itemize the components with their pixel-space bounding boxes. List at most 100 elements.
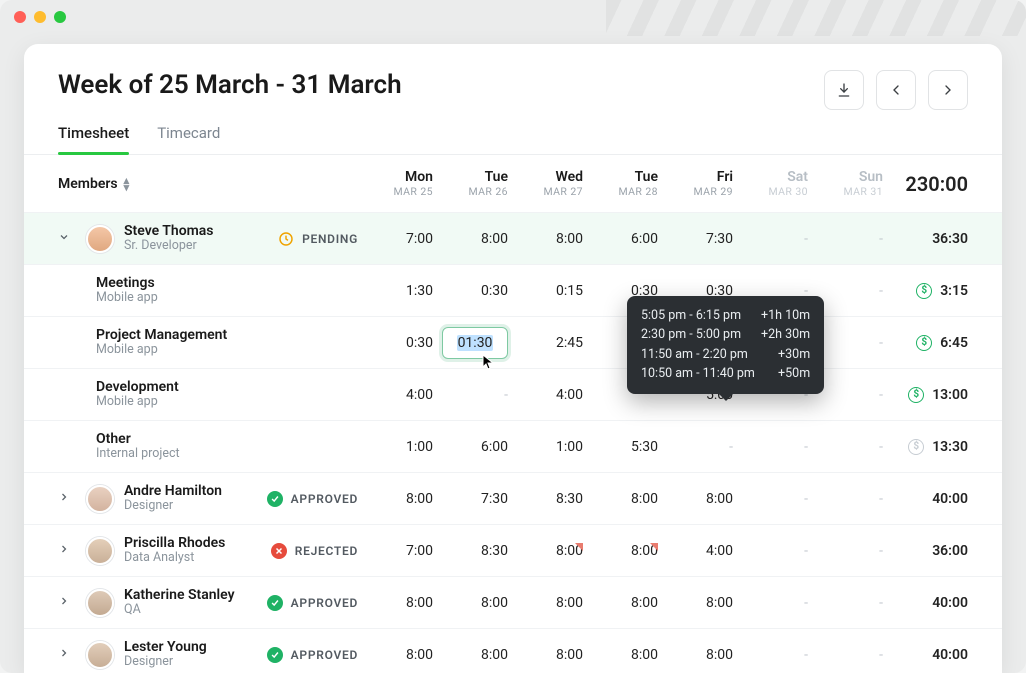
task-name: Project Management — [96, 327, 227, 343]
decorative-stripes — [606, 0, 1026, 36]
time-cell[interactable]: 8:00 — [406, 595, 433, 611]
time-cell[interactable]: 8:00 — [631, 543, 658, 559]
clock-icon — [278, 231, 294, 247]
tab-timesheet[interactable]: Timesheet — [58, 124, 129, 154]
window-close-icon[interactable] — [14, 11, 26, 23]
window-zoom-icon[interactable] — [54, 11, 66, 23]
chevron-right-icon[interactable] — [58, 491, 76, 507]
window-minimize-icon[interactable] — [34, 11, 46, 23]
status-label: APPROVED — [291, 648, 358, 662]
member-role: QA — [124, 603, 235, 617]
prev-week-button[interactable] — [876, 70, 916, 110]
member-name: Lester Young — [124, 639, 207, 655]
time-cell-empty: - — [879, 491, 883, 507]
time-cell[interactable]: 8:00 — [631, 491, 658, 507]
time-cell[interactable]: 8:00 — [406, 647, 433, 663]
time-cell[interactable]: 6:00 — [481, 439, 508, 455]
time-cell-empty: - — [879, 543, 883, 559]
chevron-right-icon[interactable] — [58, 543, 76, 559]
tooltip-range: 11:50 am - 2:20 pm — [641, 345, 748, 364]
time-cell[interactable]: 8:00 — [556, 595, 583, 611]
download-button[interactable] — [824, 70, 864, 110]
day-header: SunMAR 31 — [808, 169, 883, 198]
check-circle-icon — [267, 595, 283, 611]
time-cell[interactable]: 0:30 — [481, 283, 508, 299]
time-cell[interactable]: 8:00 — [631, 595, 658, 611]
time-cell[interactable]: 8:00 — [556, 543, 583, 559]
time-cell-empty: - — [879, 647, 883, 663]
task-name: Other — [96, 431, 180, 447]
time-cell[interactable]: 2:45 — [556, 335, 583, 351]
day-header: TueMAR 26 — [433, 169, 508, 198]
day-header: SatMAR 30 — [733, 169, 808, 198]
time-cell[interactable]: 1:00 — [406, 439, 433, 455]
time-cell[interactable]: 5:30 — [631, 439, 658, 455]
avatar — [86, 589, 114, 617]
time-entries-tooltip: 5:05 pm - 6:15 pm+1h 10m2:30 pm - 5:00 p… — [627, 296, 824, 394]
time-cell[interactable]: 8:00 — [631, 647, 658, 663]
chevron-right-icon[interactable] — [58, 595, 76, 611]
time-cell[interactable]: 8:00 — [556, 231, 583, 247]
member-name: Andre Hamilton — [124, 483, 222, 499]
billable-icon: $ — [908, 439, 924, 455]
tab-timecard[interactable]: Timecard — [157, 124, 220, 154]
task-project: Mobile app — [96, 343, 227, 357]
time-cell[interactable]: 7:30 — [706, 231, 733, 247]
time-cell[interactable]: 4:00 — [556, 387, 583, 403]
time-cell[interactable]: 8:00 — [706, 491, 733, 507]
billable-icon: $ — [916, 335, 932, 351]
task-project: Mobile app — [96, 395, 179, 409]
avatar — [86, 225, 114, 253]
time-cell[interactable]: 8:00 — [706, 647, 733, 663]
task-name: Development — [96, 379, 179, 395]
time-cell[interactable]: 0:30 — [406, 335, 433, 351]
time-cell[interactable]: 4:00 — [706, 543, 733, 559]
next-week-button[interactable] — [928, 70, 968, 110]
time-cell[interactable]: 8:00 — [481, 231, 508, 247]
check-circle-icon — [267, 491, 283, 507]
member-total: 40:00 — [932, 491, 968, 507]
time-cell[interactable]: 8:00 — [406, 491, 433, 507]
tooltip-range: 2:30 pm - 5:00 pm — [641, 325, 741, 344]
status-badge: APPROVED — [267, 647, 358, 663]
time-cell[interactable]: 7:30 — [481, 491, 508, 507]
chevron-down-icon[interactable] — [58, 231, 76, 247]
time-cell[interactable]: 1:30 — [406, 283, 433, 299]
time-cell[interactable]: 8:00 — [706, 595, 733, 611]
time-cell[interactable]: 0:15 — [556, 283, 583, 299]
tooltip-duration: +30m — [778, 345, 810, 364]
grand-total: 230:00 — [905, 172, 968, 196]
members-sort-header[interactable]: Members▴▾ — [58, 176, 129, 192]
time-cell[interactable]: 8:00 — [556, 647, 583, 663]
check-circle-icon — [267, 647, 283, 663]
billable-icon: $ — [908, 387, 924, 403]
time-cell[interactable]: 8:30 — [556, 491, 583, 507]
time-cell-input[interactable]: 01:30 — [442, 327, 508, 359]
time-cell[interactable]: 8:30 — [481, 543, 508, 559]
chevron-right-icon[interactable] — [58, 647, 76, 663]
task-project: Mobile app — [96, 291, 158, 305]
status-badge: PENDING — [278, 231, 358, 247]
task-name: Meetings — [96, 275, 158, 291]
time-cell[interactable]: 7:00 — [406, 231, 433, 247]
time-cell[interactable]: 4:00 — [406, 387, 433, 403]
time-cell[interactable]: 8:00 — [481, 595, 508, 611]
member-role: Data Analyst — [124, 551, 225, 565]
member-role: Designer — [124, 499, 222, 513]
time-cell-empty: - — [879, 335, 883, 351]
status-label: REJECTED — [295, 544, 358, 558]
status-label: APPROVED — [291, 492, 358, 506]
time-cell[interactable]: 1:00 — [556, 439, 583, 455]
member-total: 40:00 — [932, 595, 968, 611]
status-label: APPROVED — [291, 596, 358, 610]
time-cell[interactable]: 7:00 — [406, 543, 433, 559]
time-cell[interactable]: 6:00 — [631, 231, 658, 247]
member-name: Priscilla Rhodes — [124, 535, 225, 551]
day-header: TueMAR 28 — [583, 169, 658, 198]
time-cell[interactable]: 8:00 — [481, 647, 508, 663]
day-header: WedMAR 27 — [508, 169, 583, 198]
member-total: 36:30 — [932, 231, 968, 247]
member-total: 36:00 — [932, 543, 968, 559]
sort-icon: ▴▾ — [124, 177, 130, 191]
status-badge: APPROVED — [267, 491, 358, 507]
